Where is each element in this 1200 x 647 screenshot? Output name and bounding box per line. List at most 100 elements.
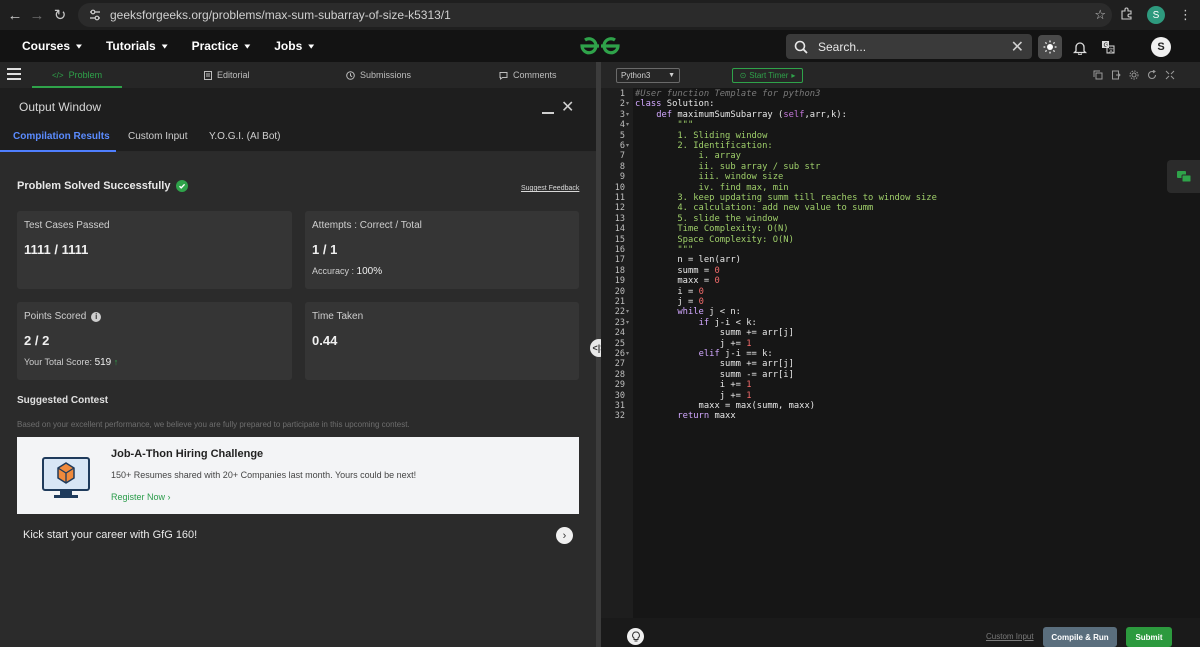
code-line[interactable]: class Solution: [635,99,714,109]
menu-courses[interactable]: Courses ▼ [22,39,84,53]
reload-icon[interactable]: ↻ [47,2,73,28]
start-timer-label: Start Timer [749,71,789,80]
line-number: 32 [614,411,625,422]
code-line[interactable]: Time Complexity: O(N) [635,224,788,234]
time-card: Time Taken 0.44 [305,302,579,380]
user-avatar[interactable]: S [1151,37,1171,57]
tab-editorial[interactable]: Editorial [204,62,250,88]
start-timer-button[interactable]: ⊙ Start Timer ▸ [732,68,803,83]
code-line[interactable]: i. array [635,151,741,161]
code-line[interactable]: summ = 0 [635,266,719,276]
browser-toolbar: ← → ↻ geeksforgeeks.org/problems/max-sum… [0,0,1200,30]
extensions-icon[interactable] [1120,7,1133,23]
code-line[interactable]: i += 1 [635,380,752,390]
site-info-icon[interactable] [88,8,102,22]
hamburger-menu-icon[interactable] [7,68,21,80]
menu-jobs[interactable]: Jobs ▼ [274,39,316,53]
code-line[interactable]: return maxx [635,411,735,421]
copy-icon[interactable] [1092,69,1104,81]
points-label: Points Scored [24,311,87,322]
code-line[interactable]: maxx = 0 [635,276,719,286]
line-number: 15 [614,234,625,245]
close-icon[interactable]: ✕ [561,100,574,116]
menu-tutorials[interactable]: Tutorials ▼ [106,39,170,53]
compile-run-button[interactable]: Compile & Run [1043,627,1117,647]
code-line[interactable]: 4. calculation: add new value to summ [635,203,873,213]
chevron-right-icon[interactable]: › [556,527,573,544]
code-line[interactable]: j += 1 [635,391,752,401]
fold-chevron-icon[interactable]: ▾ [626,307,629,317]
code-line[interactable]: iv. find max, min [635,183,789,193]
attempts-card: Attempts : Correct / Total 1 / 1 Accurac… [305,211,579,289]
code-line[interactable]: """ [635,245,693,255]
line-number: 18 [614,265,625,276]
language-select[interactable]: Python3 ▼ [616,68,680,83]
fullscreen-icon[interactable] [1164,69,1176,81]
tab-comments[interactable]: Comments [499,62,557,88]
code-line[interactable]: j += 1 [635,339,752,349]
code-line[interactable]: ii. sub array / sub str [635,162,821,172]
code-line[interactable]: while j < n: [635,307,741,317]
fold-chevron-icon[interactable]: ▾ [626,110,629,120]
search-input[interactable]: Search... ✕ [786,34,1032,59]
code-line[interactable]: def maximumSumSubarray (self,arr,k): [635,110,847,120]
submit-button[interactable]: Submit [1126,627,1172,647]
line-number: 21 [614,297,625,307]
code-line[interactable]: summ += arr[j] [635,359,794,369]
fold-chevron-icon[interactable]: ▾ [626,99,629,109]
code-line[interactable]: #User function Template for python3 [635,89,820,99]
code-line[interactable]: 1. Sliding window [635,131,767,141]
code-line[interactable]: n = len(arr) [635,255,741,265]
translate-icon[interactable]: G文 [1097,36,1119,58]
chat-bubble-icon[interactable] [1167,160,1200,193]
code-line[interactable]: maxx = max(summ, maxx) [635,401,816,411]
code-line[interactable]: summ += arr[j] [635,328,794,338]
line-number: 17 [614,255,625,266]
tab-submissions[interactable]: Submissions [346,62,411,88]
address-bar[interactable]: geeksforgeeks.org/problems/max-sum-subar… [78,3,1112,27]
reset-code-icon[interactable] [1110,69,1122,81]
tab-yogi-ai-bot[interactable]: Y.O.G.I. (AI Bot) [209,131,281,142]
code-line[interactable]: Space Complexity: O(N) [635,235,794,245]
code-line[interactable]: i = 0 [635,287,704,297]
code-line[interactable]: 5. slide the window [635,214,778,224]
code-line[interactable]: """ [635,120,693,130]
clear-search-icon[interactable]: ✕ [1011,37,1024,57]
minimize-icon[interactable] [542,112,554,114]
code-line[interactable]: iii. window size [635,172,784,182]
gfg-logo[interactable] [579,36,621,56]
lightbulb-icon[interactable] [627,628,644,645]
fold-chevron-icon[interactable]: ▾ [626,318,629,328]
code-line[interactable]: j = 0 [635,297,704,307]
custom-input-link[interactable]: Custom Input [986,632,1034,641]
fold-chevron-icon[interactable]: ▾ [626,120,629,130]
browser-profile-avatar[interactable]: S [1147,6,1165,24]
line-number: 7 [619,151,625,162]
line-number: 11 [614,193,625,203]
code-line[interactable]: 2. Identification: [635,141,772,151]
suggest-feedback-link[interactable]: Suggest Feedback [521,185,579,192]
browser-menu-icon[interactable]: ⋮ [1179,7,1192,23]
info-icon[interactable]: i [91,311,102,322]
notification-bell-icon[interactable] [1069,36,1091,58]
code-line[interactable]: summ -= arr[i] [635,370,794,380]
tab-comments-label: Comments [513,70,557,80]
settings-gear-icon[interactable] [1128,69,1140,81]
bookmark-star-icon[interactable]: ☆ [1094,7,1106,23]
document-icon [204,70,212,80]
menu-practice[interactable]: Practice ▼ [192,39,253,53]
fold-chevron-icon[interactable]: ▾ [626,349,629,359]
refresh-icon[interactable] [1146,69,1158,81]
tab-custom-input[interactable]: Custom Input [128,131,187,142]
register-now-link[interactable]: Register Now › [111,492,171,502]
code-line[interactable]: 3. keep updating summ till reaches to wi… [635,193,937,203]
code-line[interactable]: if j-i < k: [635,318,757,328]
code-line[interactable]: elif j-i == k: [635,349,773,359]
tab-submissions-label: Submissions [360,70,412,80]
play-icon: ▸ [791,71,796,80]
tab-problem[interactable]: </> Problem [52,62,102,88]
theme-toggle-sun-icon[interactable] [1038,35,1062,59]
tab-compilation-results[interactable]: Compilation Results [13,131,110,142]
menu-tutorials-label: Tutorials [105,39,156,53]
fold-chevron-icon[interactable]: ▾ [626,141,629,151]
